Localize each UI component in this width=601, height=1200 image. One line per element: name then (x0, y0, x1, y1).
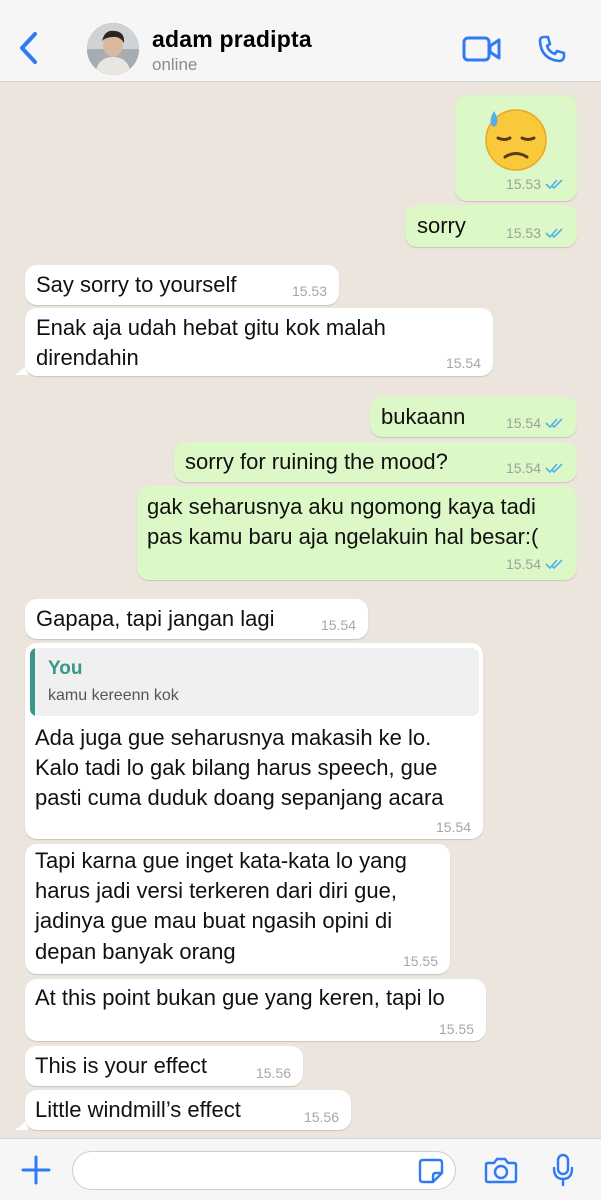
message-time: 15.54 (435, 819, 471, 835)
message-bubble-incoming[interactable]: Say sorry to yourself 15.53 (25, 265, 339, 305)
message-meta: 15.53 (506, 225, 565, 241)
plus-icon[interactable] (20, 1154, 52, 1186)
message-text-line: depan banyak orang (35, 939, 236, 964)
message-text: This is your effect (35, 1053, 207, 1078)
message-text-line: direndahin (36, 345, 139, 370)
message-text: bukaann (381, 404, 466, 429)
message-time: 15.53 (505, 176, 541, 192)
message-text: Gapapa, tapi jangan lagi (36, 606, 275, 631)
message-bubble-incoming[interactable]: Gapapa, tapi jangan lagi 15.54 (25, 599, 368, 639)
quote-author: You (48, 658, 83, 679)
voice-call-icon[interactable] (537, 34, 567, 64)
message-text-line: harus jadi versi terkeren dari diri gue, (35, 878, 397, 903)
message-bubble-outgoing[interactable]: bukaann 15.54 (370, 397, 577, 437)
message-bubble-outgoing[interactable]: gak seharusnya aku ngomong kaya tadi pas… (137, 486, 577, 580)
message-bubble-incoming[interactable]: Enak aja udah hebat gitu kok malah diren… (25, 308, 493, 376)
read-ticks-icon (545, 463, 563, 474)
message-bubble-incoming[interactable]: You kamu kereenn kok Ada juga gue seharu… (25, 643, 483, 839)
quote-text: kamu kereenn kok (48, 687, 179, 704)
chat-area: 15.53 sorry 15.53 Say sorry to yourself … (0, 83, 601, 1138)
message-text-line: Enak aja udah hebat gitu kok malah (36, 315, 386, 340)
message-input[interactable] (72, 1151, 456, 1190)
read-ticks-icon (545, 228, 563, 239)
message-time: 15.55 (438, 1021, 474, 1037)
camera-icon[interactable] (484, 1156, 518, 1184)
message-text-line: pasti cuma duduk doang sepanjang acara (35, 785, 444, 810)
quote-accent-bar (30, 648, 35, 716)
read-ticks-icon (545, 179, 563, 190)
message-meta: 15.53 (506, 176, 565, 192)
message-text-line: Tapi karna gue inget kata-kata lo yang (35, 848, 407, 873)
video-call-icon[interactable] (462, 35, 502, 63)
message-text-line: jadinya gue mau buat ngasih opini di (35, 908, 393, 933)
read-ticks-icon (545, 559, 563, 570)
message-text-line: Ada juga gue seharusnya makasih ke lo. (35, 725, 432, 750)
contact-name[interactable]: adam pradipta (152, 26, 312, 53)
microphone-icon[interactable] (551, 1153, 575, 1187)
sad-sweat-face-icon (485, 109, 547, 171)
message-meta: 15.54 (506, 415, 565, 431)
message-time: 15.53 (505, 225, 541, 241)
message-bubble-incoming[interactable]: Tapi karna gue inget kata-kata lo yang h… (25, 844, 450, 974)
contact-status: online (152, 55, 198, 74)
message-bubble-incoming[interactable]: This is your effect 15.56 (25, 1046, 303, 1086)
message-time: 15.54 (505, 460, 541, 476)
message-text: At this point bukan gue yang keren, tapi… (35, 985, 445, 1010)
chat-header: adam pradipta online (0, 0, 601, 82)
message-text: sorry (417, 213, 466, 238)
message-text-line: Kalo tadi lo gak bilang harus speech, gu… (35, 755, 438, 780)
message-bubble-outgoing[interactable]: 15.53 (455, 95, 577, 201)
read-ticks-icon (545, 418, 563, 429)
avatar[interactable] (87, 23, 139, 75)
composer-bar (0, 1138, 601, 1200)
message-text-line: gak seharusnya aku ngomong kaya tadi (147, 494, 536, 519)
message-time: 15.55 (402, 953, 438, 969)
message-time: 15.54 (505, 415, 541, 431)
message-time: 15.56 (255, 1065, 291, 1081)
message-time: 15.54 (445, 355, 481, 371)
message-text: Say sorry to yourself (36, 272, 237, 297)
message-bubble-outgoing[interactable]: sorry 15.53 (405, 205, 577, 247)
message-meta: 15.54 (506, 556, 565, 572)
message-bubble-incoming[interactable]: Little windmill’s effect 15.56 (25, 1090, 351, 1130)
back-chevron-icon[interactable] (14, 26, 44, 70)
message-text: sorry for ruining the mood? (185, 449, 448, 474)
message-bubble-incoming[interactable]: At this point bukan gue yang keren, tapi… (25, 979, 486, 1041)
message-time: 15.54 (505, 556, 541, 572)
message-text: Little windmill’s effect (35, 1097, 241, 1122)
message-time: 15.53 (291, 283, 327, 299)
message-bubble-outgoing[interactable]: sorry for ruining the mood? 15.54 (174, 442, 577, 482)
message-time: 15.54 (320, 617, 356, 633)
quoted-message[interactable]: You kamu kereenn kok (30, 648, 479, 716)
message-text-line: pas kamu baru aja ngelakuin hal besar:( (147, 524, 539, 549)
message-time: 15.56 (303, 1109, 339, 1125)
message-meta: 15.54 (506, 460, 565, 476)
sticker-icon[interactable] (418, 1158, 444, 1184)
